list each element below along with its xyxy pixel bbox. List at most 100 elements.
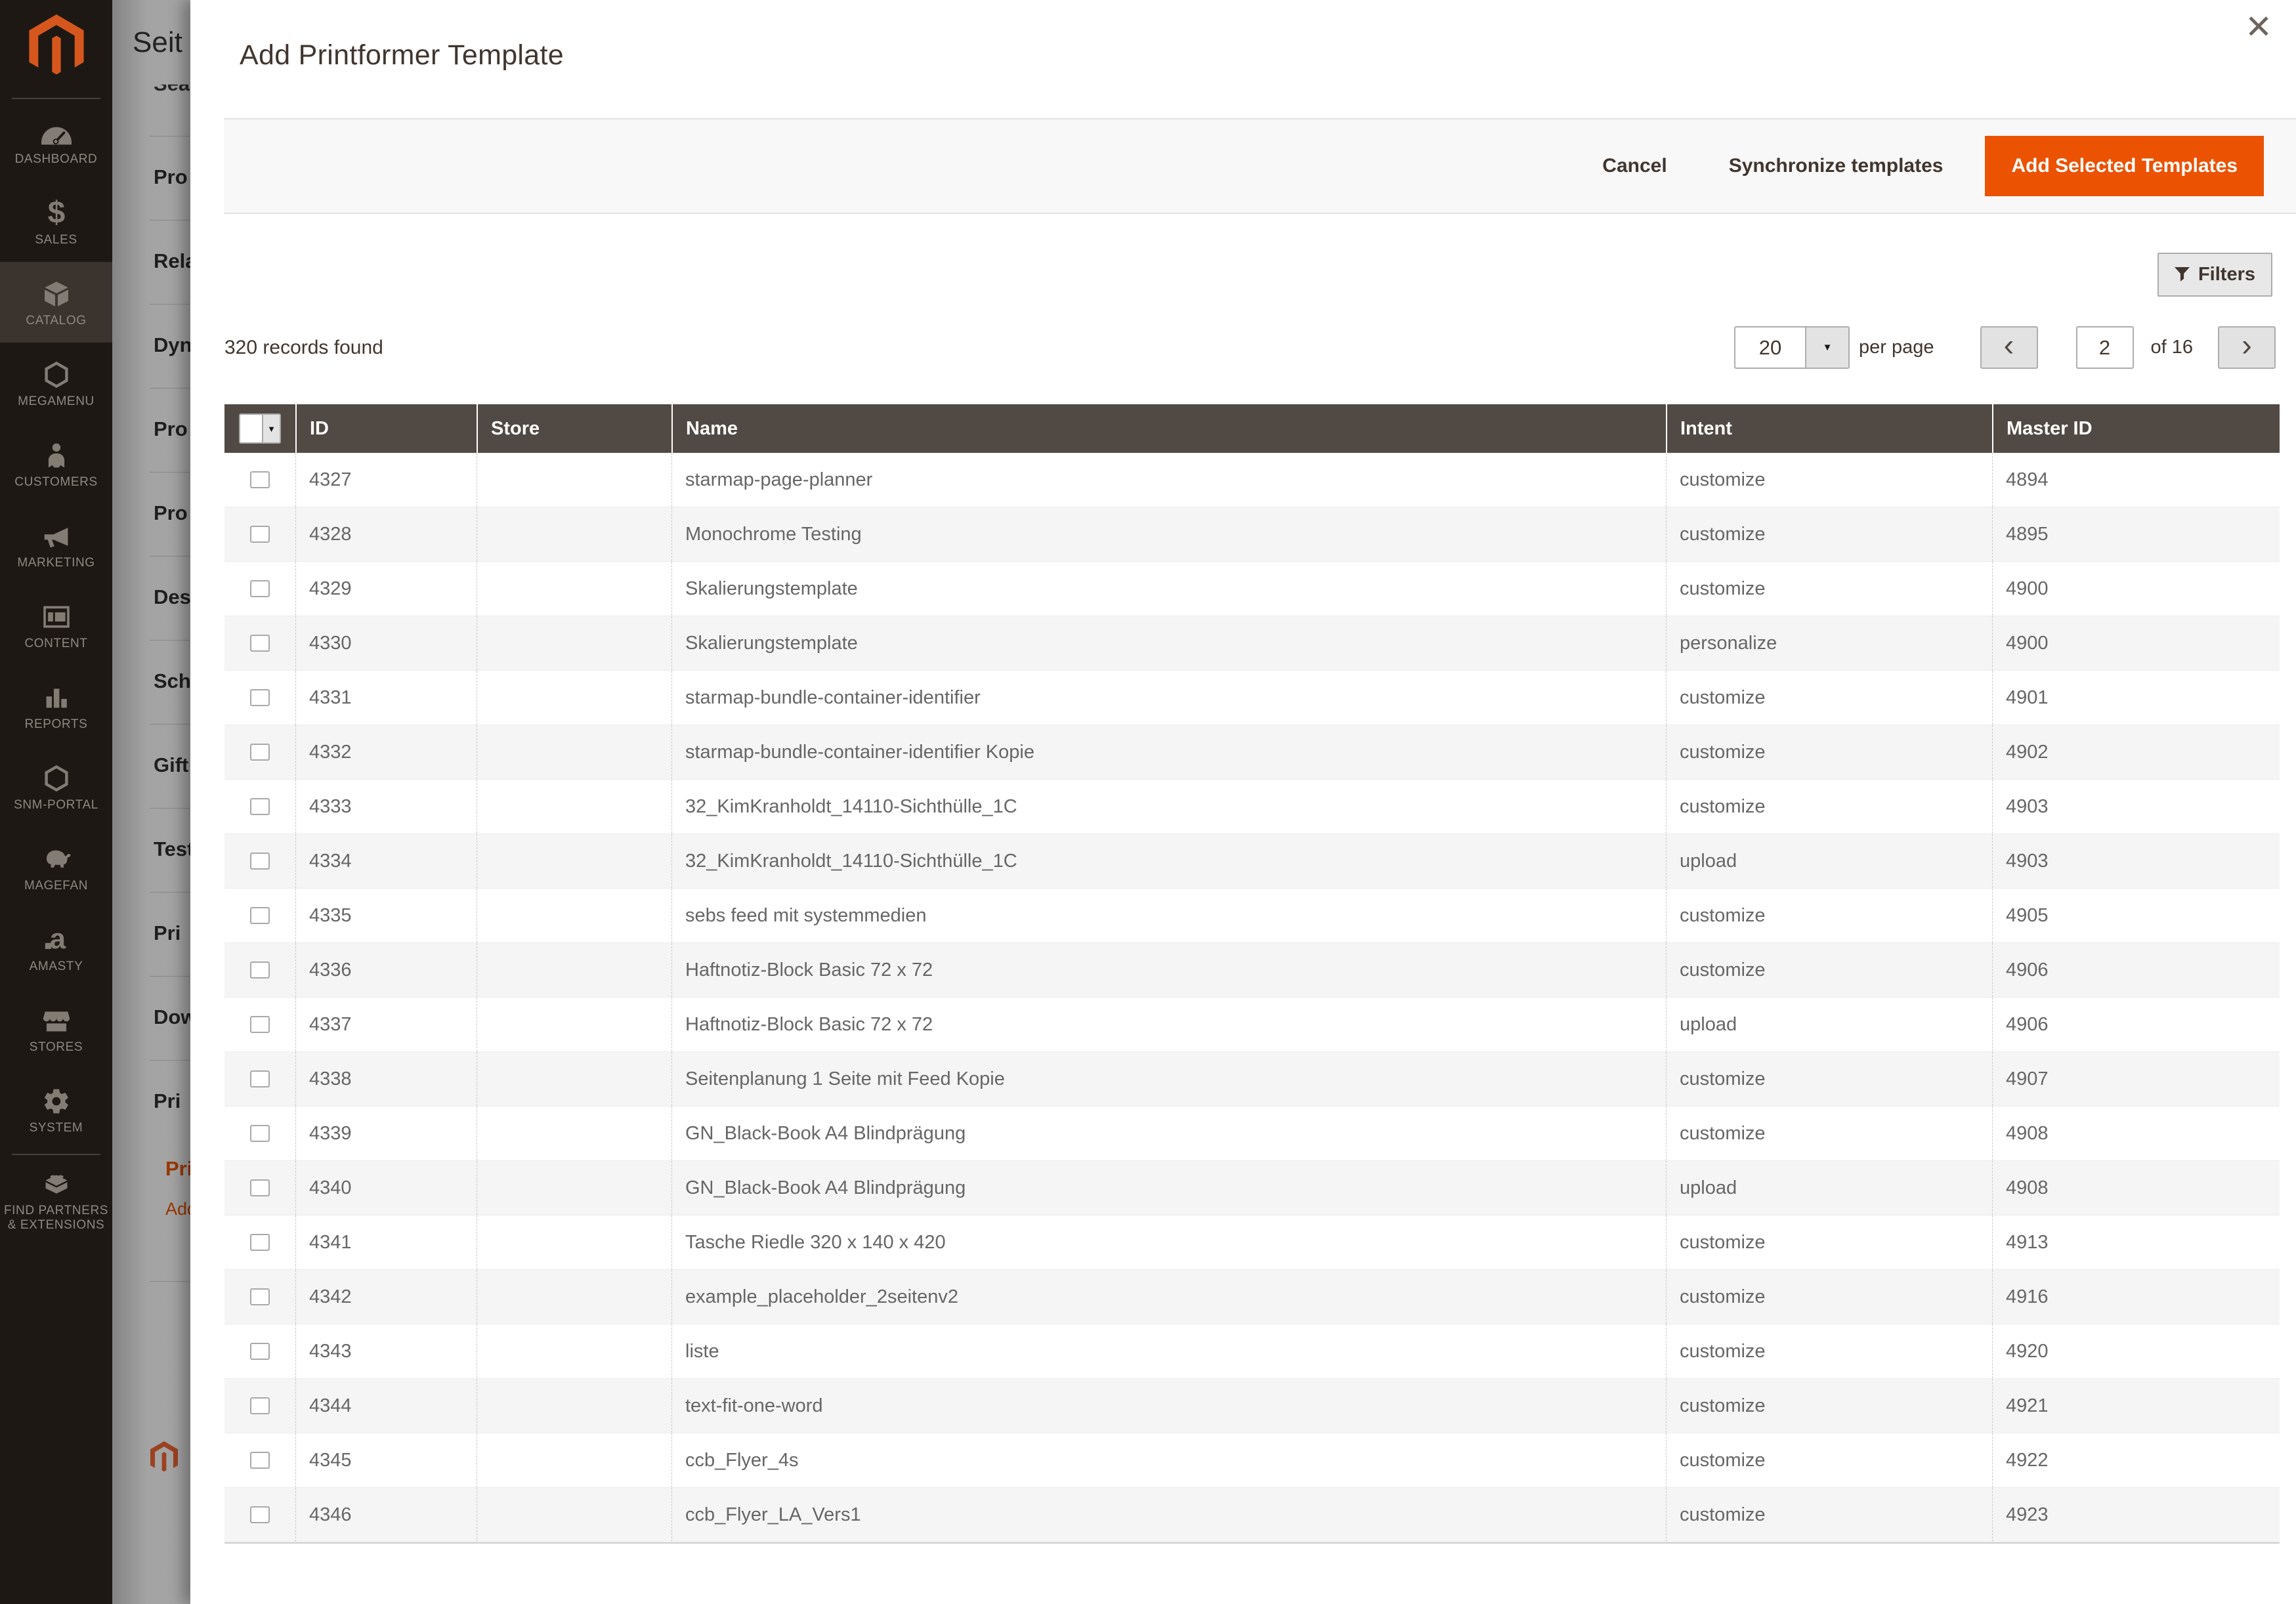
- cell-master-id: 4903: [1992, 780, 2280, 834]
- cell-store: [477, 1379, 671, 1433]
- pagination: 20 ▼ per page ‹ of 16 ›: [1734, 326, 2276, 369]
- sidebar-item-reports[interactable]: REPORTS: [0, 665, 112, 746]
- row-checkbox[interactable]: [250, 471, 270, 488]
- cell-name: starmap-bundle-container-identifier Kopi…: [671, 725, 1666, 779]
- synchronize-templates-button[interactable]: Synchronize templates: [1729, 155, 1944, 177]
- row-checkbox-cell: [224, 998, 295, 1051]
- cell-store: [477, 889, 671, 942]
- elephant-icon: [41, 842, 72, 874]
- sidebar-item-label: CATALOG: [26, 314, 86, 328]
- row-checkbox[interactable]: [250, 1452, 270, 1469]
- cell-name: Seitenplanung 1 Seite mit Feed Kopie: [671, 1052, 1666, 1106]
- row-checkbox[interactable]: [250, 798, 270, 815]
- sidebar-item-label: REPORTS: [25, 717, 88, 732]
- amasty-a-icon: a: [42, 923, 71, 954]
- row-checkbox[interactable]: [250, 961, 270, 979]
- sidebar-item-find-partners[interactable]: FIND PARTNERS & EXTENSIONS: [0, 1159, 112, 1240]
- row-checkbox-cell: [224, 943, 295, 997]
- sidebar-item-dashboard[interactable]: DASHBOARD: [0, 100, 112, 181]
- sidebar-item-marketing[interactable]: MARKETING: [0, 504, 112, 585]
- sidebar-item-label: SNM-PORTAL: [14, 798, 98, 813]
- total-pages-label: of 16: [2151, 337, 2194, 358]
- add-selected-templates-button[interactable]: Add Selected Templates: [1985, 136, 2264, 196]
- next-page-button[interactable]: ›: [2218, 326, 2276, 369]
- row-checkbox-cell: [224, 1324, 295, 1378]
- row-checkbox[interactable]: [250, 1397, 270, 1414]
- row-checkbox[interactable]: [250, 689, 270, 706]
- previous-page-button[interactable]: ‹: [1980, 326, 2038, 369]
- dollar-icon: $: [42, 196, 71, 228]
- table-row: 4333 32_KimKranholdt_14110-Sichthülle_1C…: [224, 780, 2280, 834]
- cell-master-id: 4923: [1992, 1488, 2280, 1542]
- per-page-select[interactable]: 20 ▼: [1734, 326, 1850, 369]
- sidebar-item-stores[interactable]: STORES: [0, 988, 112, 1069]
- cell-id: 4341: [295, 1215, 477, 1269]
- svg-text:$: $: [47, 199, 65, 228]
- row-checkbox[interactable]: [250, 526, 270, 543]
- select-all-checkbox-dropdown[interactable]: ▼: [239, 413, 281, 444]
- cell-name: starmap-bundle-container-identifier: [671, 671, 1666, 725]
- sidebar-item-sales[interactable]: $ SALES: [0, 181, 112, 262]
- row-checkbox-cell: [224, 1215, 295, 1269]
- row-checkbox[interactable]: [250, 853, 270, 870]
- row-checkbox[interactable]: [250, 1070, 270, 1087]
- records-found-text: 320 records found: [224, 337, 383, 359]
- row-checkbox-cell: [224, 1379, 295, 1433]
- filters-button[interactable]: Filters: [2158, 253, 2272, 297]
- row-checkbox-cell: [224, 616, 295, 670]
- row-checkbox[interactable]: [250, 580, 270, 597]
- row-checkbox-cell: [224, 889, 295, 942]
- select-all-checkbox[interactable]: [240, 415, 262, 442]
- sidebar-item-snm-portal[interactable]: SNM-PORTAL: [0, 746, 112, 827]
- cell-store: [477, 1433, 671, 1487]
- column-header-master-id[interactable]: Master ID: [1992, 404, 2280, 453]
- sidebar-item-system[interactable]: SYSTEM: [0, 1069, 112, 1150]
- column-header-store[interactable]: Store: [477, 404, 671, 453]
- sidebar-item-amasty[interactable]: a AMASTY: [0, 908, 112, 988]
- cell-intent: upload: [1666, 1161, 1992, 1215]
- row-checkbox[interactable]: [250, 1179, 270, 1196]
- cell-id: 4344: [295, 1379, 477, 1433]
- sidebar-item-customers[interactable]: CUSTOMERS: [0, 423, 112, 504]
- table-row: 4342 example_placeholder_2seitenv2 custo…: [224, 1270, 2280, 1324]
- sidebar-item-magefan[interactable]: MAGEFAN: [0, 827, 112, 908]
- column-header-name[interactable]: Name: [671, 404, 1666, 453]
- row-checkbox[interactable]: [250, 1234, 270, 1251]
- admin-sidebar: DASHBOARD $ SALES CATALOG MEGAMENU CUSTO…: [0, 0, 112, 1604]
- add-printformer-template-modal: Add Printformer Template ✕ Cancel Synchr…: [190, 0, 2296, 1604]
- sidebar-item-catalog[interactable]: CATALOG: [0, 262, 112, 343]
- row-checkbox[interactable]: [250, 1125, 270, 1142]
- row-checkbox[interactable]: [250, 1343, 270, 1360]
- cell-id: 4327: [295, 453, 477, 507]
- cancel-button[interactable]: Cancel: [1602, 155, 1667, 177]
- row-checkbox[interactable]: [250, 1288, 270, 1305]
- row-checkbox[interactable]: [250, 907, 270, 924]
- sidebar-item-megamenu[interactable]: MEGAMENU: [0, 343, 112, 423]
- cell-id: 4334: [295, 834, 477, 888]
- table-row: 4336 Haftnotiz-Block Basic 72 x 72 custo…: [224, 943, 2280, 998]
- sidebar-item-content[interactable]: CONTENT: [0, 585, 112, 665]
- chevron-down-icon: ▼: [262, 415, 280, 442]
- table-row: 4340 GN_Black-Book A4 Blindprägung uploa…: [224, 1161, 2280, 1215]
- cell-master-id: 4906: [1992, 943, 2280, 997]
- table-row: 4334 32_KimKranholdt_14110-Sichthülle_1C…: [224, 834, 2280, 889]
- filters-button-label: Filters: [2198, 264, 2255, 285]
- cell-store: [477, 453, 671, 507]
- column-header-id[interactable]: ID: [295, 404, 477, 453]
- row-checkbox[interactable]: [250, 1016, 270, 1033]
- cell-master-id: 4903: [1992, 834, 2280, 888]
- current-page-input[interactable]: [2076, 326, 2134, 369]
- row-checkbox[interactable]: [250, 1506, 270, 1523]
- sidebar-item-label: MEGAMENU: [18, 394, 95, 409]
- cell-store: [477, 616, 671, 670]
- cell-intent: personalize: [1666, 616, 1992, 670]
- cell-id: 4340: [295, 1161, 477, 1215]
- magento-logo-icon[interactable]: [0, 0, 112, 78]
- cell-master-id: 4907: [1992, 1052, 2280, 1106]
- close-icon[interactable]: ✕: [2245, 11, 2272, 43]
- cell-master-id: 4906: [1992, 998, 2280, 1051]
- row-checkbox[interactable]: [250, 744, 270, 761]
- cell-master-id: 4908: [1992, 1161, 2280, 1215]
- column-header-intent[interactable]: Intent: [1666, 404, 1992, 453]
- row-checkbox[interactable]: [250, 635, 270, 652]
